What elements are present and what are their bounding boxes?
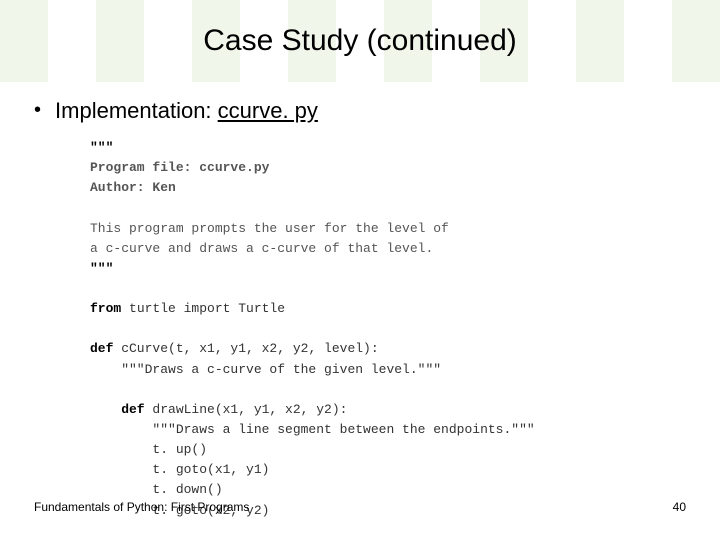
code-kw-def: def	[90, 341, 113, 356]
code-kw-from: from	[90, 301, 121, 316]
page-number: 40	[673, 500, 686, 514]
bullet-text: Implementation: ccurve. py	[55, 98, 318, 124]
code-line: cCurve(t, x1, y1, x2, y2, level):	[113, 341, 378, 356]
bullet-label: Implementation:	[55, 98, 218, 123]
code-line: drawLine(x1, y1, x2, y2):	[145, 402, 348, 417]
footer-left: Fundamentals of Python: First Programs	[34, 500, 249, 514]
code-line: """Draws a line segment between the endp…	[90, 422, 535, 437]
bullet-link[interactable]: ccurve. py	[218, 98, 318, 123]
code-line: """	[90, 140, 113, 155]
slide: Case Study (continued) • Implementation:…	[0, 0, 720, 540]
code-line: """Draws a c-curve of the given level.""…	[90, 362, 441, 377]
code-line: """	[90, 261, 113, 276]
slide-footer: Fundamentals of Python: First Programs 4…	[34, 500, 686, 514]
code-line: t. down()	[90, 482, 223, 497]
title-band: Case Study (continued)	[0, 0, 720, 82]
code-line: Author: Ken	[90, 180, 176, 195]
code-line: This program prompts the user for the le…	[90, 221, 449, 236]
bullet-dot-icon: •	[34, 100, 41, 120]
code-line: Program file: ccurve.py	[90, 160, 269, 175]
code-line: a c-curve and draws a c-curve of that le…	[90, 241, 433, 256]
slide-body: • Implementation: ccurve. py """ Program…	[34, 98, 690, 521]
code-block: """ Program file: ccurve.py Author: Ken …	[90, 138, 690, 521]
code-line: t. up()	[90, 442, 207, 457]
bullet-item: • Implementation: ccurve. py	[34, 98, 690, 124]
code-line: t. goto(x1, y1)	[90, 462, 269, 477]
code-kw-def: def	[90, 402, 145, 417]
slide-title: Case Study (continued)	[203, 24, 517, 58]
code-line: turtle import Turtle	[121, 301, 285, 316]
